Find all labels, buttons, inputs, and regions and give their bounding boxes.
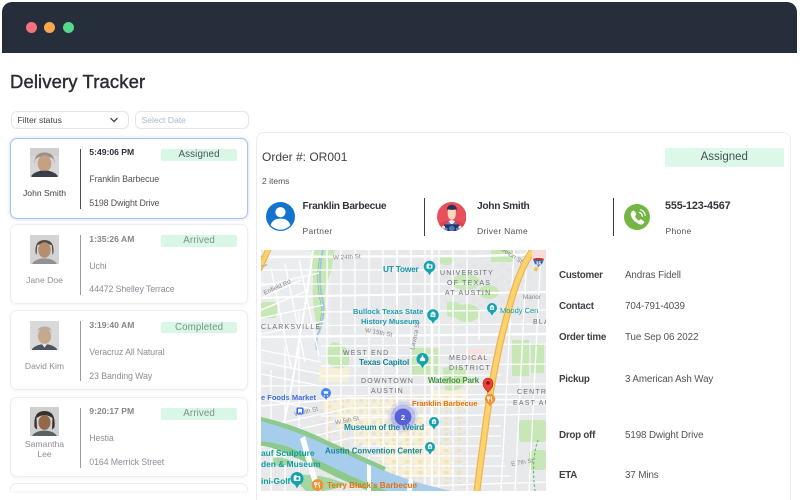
svg-text:Franklin Barbecue: Franklin Barbecue — [412, 399, 477, 408]
svg-text:e Foods Market: e Foods Market — [261, 393, 317, 402]
svg-text:2: 2 — [401, 413, 405, 422]
svg-text:W 24th St: W 24th St — [333, 253, 361, 261]
svg-text:CLARKSVILLE: CLARKSVILLE — [261, 324, 321, 331]
svg-text:EAST AUS: EAST AUS — [513, 400, 546, 407]
svg-text:OF TEXAS: OF TEXAS — [447, 280, 491, 287]
svg-text:ini-Golf: ini-Golf — [261, 476, 291, 486]
svg-text:den & Museum: den & Museum — [261, 459, 321, 469]
svg-text:Moody Cen: Moody Cen — [500, 306, 538, 315]
svg-text:Austin Convention Center: Austin Convention Center — [325, 447, 422, 456]
svg-text:auf Sculpture: auf Sculpture — [261, 448, 315, 458]
svg-text:DISTRICT: DISTRICT — [449, 365, 491, 372]
svg-text:Bullock Texas State: Bullock Texas State — [353, 307, 423, 316]
svg-text:AUSTIN: AUSTIN — [371, 388, 404, 395]
svg-text:BLAC: BLAC — [533, 319, 546, 326]
svg-text:DOWNTOWN: DOWNTOWN — [361, 378, 414, 385]
svg-text:Manor: Manor — [523, 294, 541, 301]
svg-text:UNIVERSITY: UNIVERSITY — [440, 270, 494, 277]
svg-text:CENTR: CENTR — [517, 389, 546, 396]
svg-text:AT AUSTIN: AT AUSTIN — [445, 290, 491, 297]
svg-text:Texas Capitol: Texas Capitol — [359, 358, 409, 367]
svg-text:MEDICAL: MEDICAL — [449, 355, 489, 362]
svg-text:WEST END: WEST END — [343, 350, 389, 357]
svg-text:Waterloo Park: Waterloo Park — [428, 376, 480, 385]
svg-text:History Museum: History Museum — [361, 317, 420, 326]
svg-text:UT Tower: UT Tower — [383, 264, 420, 274]
svg-text:Terry Black's Barbecue: Terry Black's Barbecue — [327, 481, 418, 490]
svg-text:35: 35 — [536, 262, 542, 268]
